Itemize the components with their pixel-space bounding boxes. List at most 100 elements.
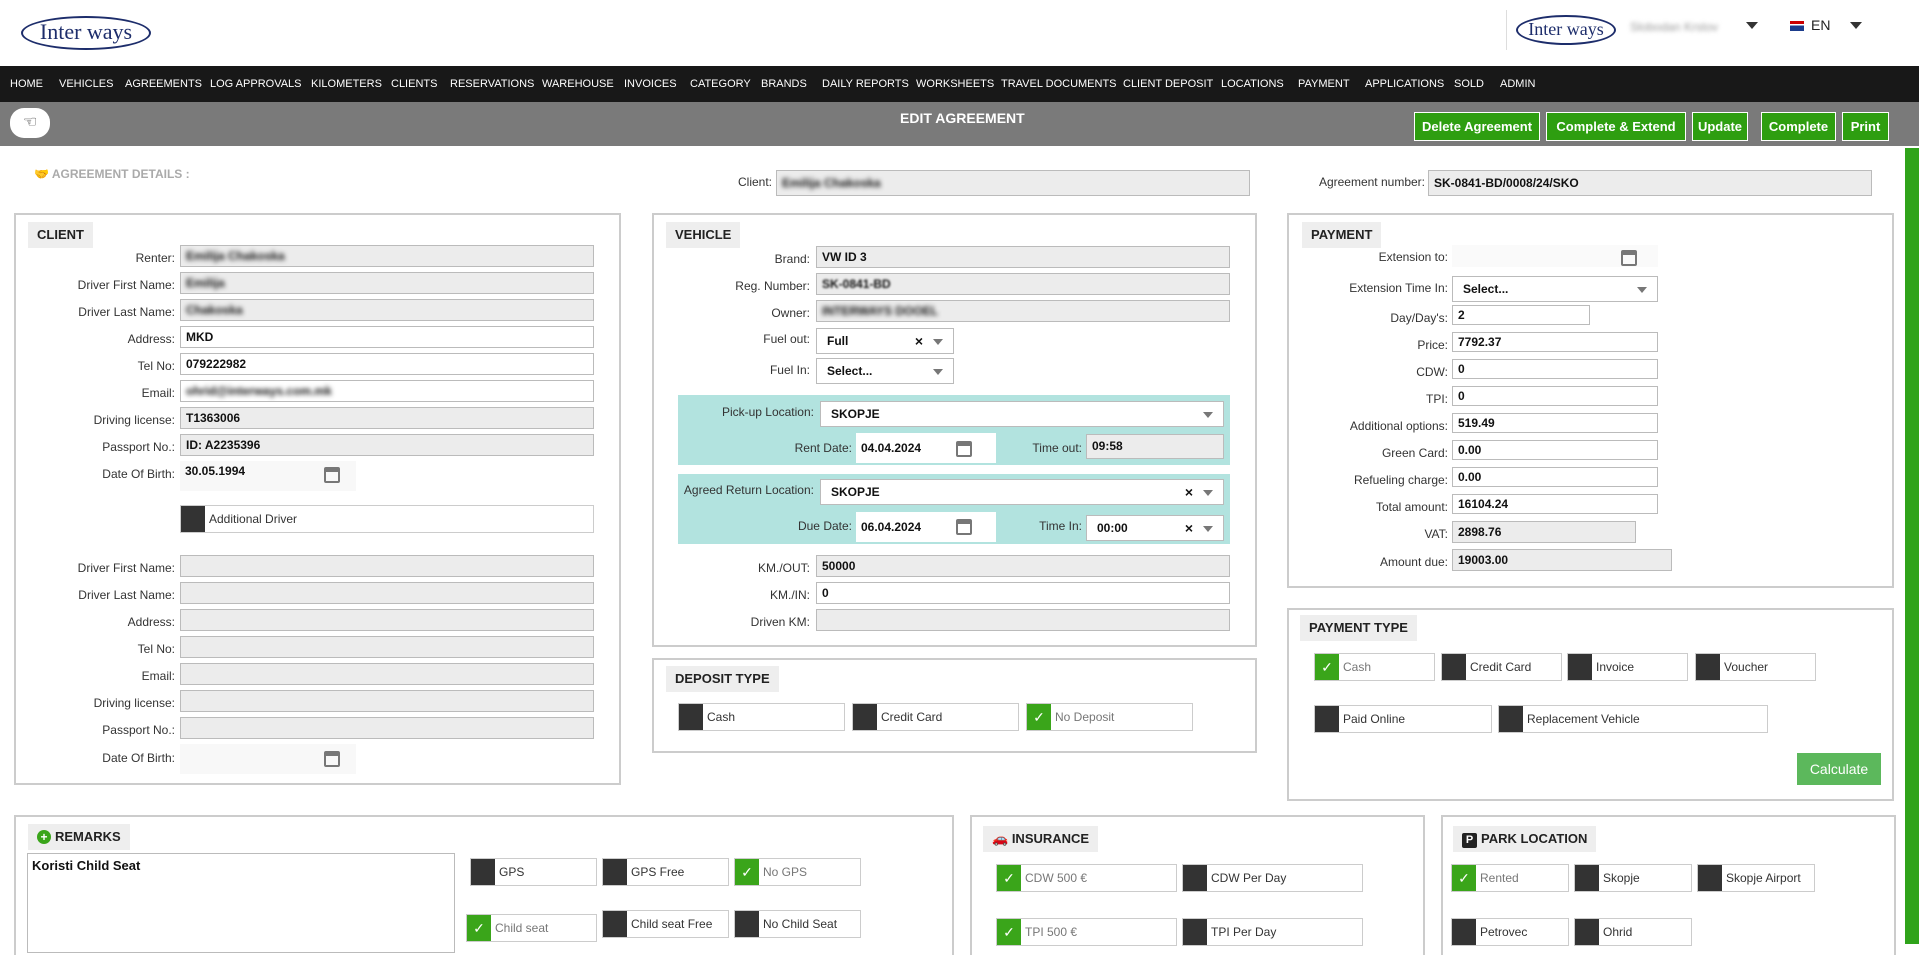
no-child-seat-checkbox[interactable]: No Child Seat: [734, 910, 861, 938]
calendar-icon[interactable]: [324, 467, 340, 483]
payment-voucher-checkbox[interactable]: Voucher: [1695, 653, 1816, 681]
checkbox-square: [603, 859, 627, 885]
nav-payment[interactable]: PAYMENT: [1298, 78, 1350, 90]
nav-client-deposit[interactable]: CLIENT DEPOSIT: [1123, 78, 1213, 90]
chevron-down-icon: [933, 339, 943, 345]
driver2-dob-label: Date Of Birth:: [102, 751, 175, 765]
nav-vehicles[interactable]: VEHICLES: [59, 78, 113, 90]
extension-time-select[interactable]: Select...: [1452, 276, 1658, 302]
insurance-section-title: 🚗 INSURANCE: [983, 826, 1099, 852]
skopje-checkbox[interactable]: Skopje: [1574, 864, 1692, 892]
child-seat-checkbox[interactable]: ✓ Child seat: [466, 914, 597, 942]
language-selector[interactable]: EN: [1811, 17, 1830, 33]
rented-checkbox[interactable]: ✓ Rented: [1451, 864, 1569, 892]
no-gps-checkbox[interactable]: ✓ No GPS: [734, 858, 861, 886]
cdw-input[interactable]: 0: [1452, 359, 1658, 379]
deposit-no-deposit-checkbox[interactable]: ✓ No Deposit: [1026, 703, 1193, 731]
deposit-cash-checkbox[interactable]: Cash: [678, 703, 845, 731]
company-logo[interactable]: Inter ways: [21, 16, 151, 50]
clear-icon[interactable]: ×: [1185, 480, 1193, 504]
gps-checkbox[interactable]: GPS: [470, 858, 597, 886]
nav-reservations[interactable]: RESERVATIONS: [450, 78, 534, 90]
back-button[interactable]: ☜: [10, 108, 50, 138]
deposit-credit-card-checkbox[interactable]: Credit Card: [852, 703, 1019, 731]
driver2-last-name-label: Driver Last Name:: [78, 588, 175, 602]
clear-icon[interactable]: ×: [1185, 516, 1193, 540]
nav-travel-documents[interactable]: TRAVEL DOCUMENTS: [1001, 78, 1117, 90]
page-title: EDIT AGREEMENT: [900, 110, 1025, 126]
skopje-airport-checkbox[interactable]: Skopje Airport: [1697, 864, 1815, 892]
payment-cash-checkbox[interactable]: ✓ Cash: [1314, 653, 1435, 681]
update-button[interactable]: Update: [1692, 112, 1748, 141]
refueling-input[interactable]: 0.00: [1452, 467, 1658, 487]
days-input[interactable]: 2: [1452, 305, 1590, 325]
delete-agreement-button[interactable]: Delete Agreement: [1414, 112, 1540, 141]
nav-sold[interactable]: SOLD: [1454, 78, 1484, 90]
cdw-500-checkbox[interactable]: ✓ CDW 500 €: [996, 864, 1177, 892]
petrovec-checkbox[interactable]: Petrovec: [1451, 918, 1569, 946]
tpi-input[interactable]: 0: [1452, 386, 1658, 406]
driver2-first-name-label: Driver First Name:: [77, 561, 175, 575]
fuel-out-select[interactable]: Full ×: [816, 328, 954, 354]
price-input[interactable]: 7792.37: [1452, 332, 1658, 352]
nav-home[interactable]: HOME: [10, 78, 43, 90]
green-card-input[interactable]: 0.00: [1452, 440, 1658, 460]
refueling-label: Refueling charge:: [1353, 473, 1448, 487]
return-location-select[interactable]: SKOPJE ×: [820, 479, 1224, 505]
nav-daily-reports[interactable]: DAILY REPORTS: [822, 78, 909, 90]
cdw-per-day-checkbox[interactable]: CDW Per Day: [1182, 864, 1363, 892]
print-button[interactable]: Print: [1842, 112, 1889, 141]
complete-button[interactable]: Complete: [1761, 112, 1836, 141]
email-input[interactable]: ohrid@interways.com.mk: [180, 380, 594, 402]
child-seat-free-checkbox[interactable]: Child seat Free: [602, 910, 729, 938]
calendar-icon[interactable]: [956, 441, 972, 457]
client-section-title: CLIENT: [28, 222, 93, 248]
tpi-500-checkbox[interactable]: ✓ TPI 500 €: [996, 918, 1177, 946]
ohrid-checkbox[interactable]: Ohrid: [1574, 918, 1692, 946]
gps-free-checkbox[interactable]: GPS Free: [602, 858, 729, 886]
clear-icon[interactable]: ×: [915, 329, 923, 353]
nav-admin[interactable]: ADMIN: [1500, 78, 1535, 90]
nav-applications[interactable]: APPLICATIONS: [1365, 78, 1444, 90]
payment-replacement-vehicle-checkbox[interactable]: Replacement Vehicle: [1498, 705, 1768, 733]
nav-brands[interactable]: BRANDS: [761, 78, 807, 90]
user-menu-chevron-down-icon[interactable]: [1746, 22, 1758, 29]
nav-kilometers[interactable]: KILOMETERS: [311, 78, 382, 90]
time-in-select[interactable]: 00:00 ×: [1086, 515, 1224, 541]
nav-agreements[interactable]: AGREEMENTS: [125, 78, 202, 90]
total-amount-input[interactable]: 16104.24: [1452, 494, 1658, 514]
km-in-input[interactable]: 0: [816, 582, 1230, 604]
nav-invoices[interactable]: INVOICES: [624, 78, 677, 90]
payment-invoice-checkbox[interactable]: Invoice: [1567, 653, 1688, 681]
calculate-button[interactable]: Calculate: [1797, 753, 1881, 785]
driver2-first-name-field: [180, 555, 594, 577]
nav-category[interactable]: CATEGORY: [690, 78, 751, 90]
tpi-per-day-checkbox[interactable]: TPI Per Day: [1182, 918, 1363, 946]
fuel-in-select[interactable]: Select...: [816, 358, 954, 384]
tel-no-input[interactable]: 079222982: [180, 353, 594, 375]
nav-locations[interactable]: LOCATIONS: [1221, 78, 1284, 90]
nav-warehouse[interactable]: WAREHOUSE: [542, 78, 614, 90]
nav-worksheets[interactable]: WORKSHEETS: [916, 78, 994, 90]
pickup-location-select[interactable]: SKOPJE: [820, 401, 1224, 427]
agreement-number-field: SK-0841-BD/0008/24/SKO: [1428, 170, 1872, 196]
user-name[interactable]: Slobodan Krstov: [1630, 20, 1718, 34]
due-date-input[interactable]: 06.04.2024: [856, 512, 996, 542]
address-input[interactable]: MKD: [180, 326, 594, 348]
nav-log-approvals[interactable]: LOG APPROVALS: [210, 78, 302, 90]
uk-flag-icon: [1790, 21, 1804, 31]
payment-paid-online-checkbox[interactable]: Paid Online: [1314, 705, 1492, 733]
calendar-icon[interactable]: [324, 751, 340, 767]
payment-credit-card-checkbox[interactable]: Credit Card: [1441, 653, 1562, 681]
additional-options-input[interactable]: 519.49: [1452, 413, 1658, 433]
remarks-textarea[interactable]: Koristi Child Seat: [27, 853, 455, 953]
nav-clients[interactable]: CLIENTS: [391, 78, 437, 90]
language-chevron-down-icon[interactable]: [1850, 22, 1862, 29]
calendar-icon[interactable]: [956, 519, 972, 535]
complete-extend-button[interactable]: Complete & Extend: [1546, 112, 1686, 141]
rent-date-input[interactable]: 04.04.2024: [856, 433, 996, 463]
cdw-label: CDW:: [1416, 365, 1448, 379]
calendar-icon[interactable]: [1621, 250, 1637, 266]
additional-driver-checkbox[interactable]: Additional Driver: [180, 505, 594, 533]
add-circle-icon[interactable]: +: [37, 830, 51, 844]
